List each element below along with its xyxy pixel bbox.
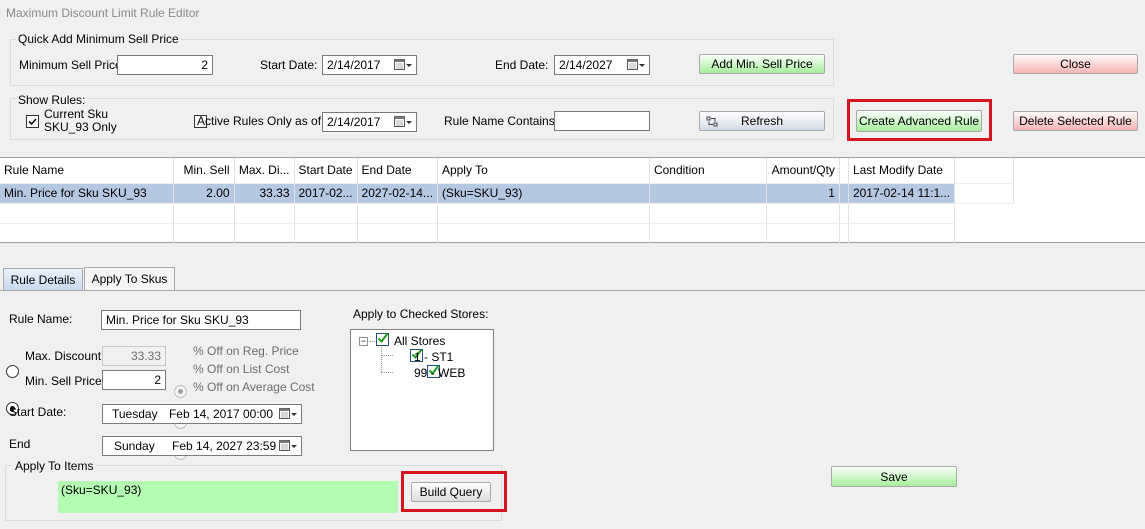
build-query-button[interactable]: Build Query: [411, 482, 491, 502]
rule-name-label: Rule Name:: [9, 312, 73, 326]
calendar-dropdown-icon[interactable]: [627, 59, 645, 74]
rules-table: Rule Name Min. Sell Max. Di... Start Dat…: [0, 158, 1015, 244]
column-header[interactable]: Min. Sell: [173, 158, 235, 184]
current-sku-label: Current Sku SKU_93 Only: [44, 107, 117, 134]
table-cell: 2017-02...: [294, 183, 358, 204]
column-header[interactable]: Apply To: [437, 158, 650, 184]
apply-to-stores-label: Apply to Checked Stores:: [353, 307, 489, 321]
refresh-button[interactable]: Refresh: [699, 111, 825, 131]
min-sell-price-radio-label: Min. Sell Price: [25, 374, 102, 388]
table-cell: [839, 183, 849, 204]
column-header[interactable]: Start Date: [294, 158, 358, 184]
tree-item-store[interactable]: 1 - ST1: [414, 350, 453, 364]
end-date-label: End Date:: [495, 58, 549, 72]
close-button[interactable]: Close: [1013, 54, 1138, 74]
column-header-spacer: [954, 158, 1015, 184]
apply-to-items-query: (Sku=SKU_93): [58, 481, 398, 513]
max-discount-radio[interactable]: [6, 365, 19, 378]
column-header[interactable]: Amount/Qty: [766, 158, 840, 184]
start-date-label: Start Date:: [260, 58, 318, 72]
detail-start-date-label: Start Date:: [9, 405, 67, 419]
add-min-sell-price-button[interactable]: Add Min. Sell Price: [699, 54, 825, 74]
column-header-spacer: [839, 158, 849, 184]
tree-item-all-stores[interactable]: All Stores: [394, 334, 445, 348]
current-sku-checkbox[interactable]: [26, 115, 39, 128]
apply-to-items-title: Apply To Items: [13, 459, 96, 473]
table-row-empty: [0, 223, 1014, 244]
start-date-picker[interactable]: 2/14/2017: [322, 55, 417, 75]
rule-name-input[interactable]: Min. Price for Sku SKU_93: [101, 310, 301, 330]
pct-off-average-cost-label: % Off on Average Cost: [193, 380, 315, 394]
table-cell: 2027-02-14...: [357, 183, 438, 204]
min-sell-price-input[interactable]: 2: [117, 55, 213, 75]
calendar-dropdown-icon[interactable]: [394, 59, 412, 74]
table-cell: 2017-02-14 11:1...: [848, 183, 956, 204]
end-date-picker[interactable]: 2/14/2027: [554, 55, 650, 75]
active-date-picker[interactable]: 2/14/2017: [322, 112, 417, 132]
detail-start-date-value: Feb 14, 2017 00:00: [168, 407, 274, 421]
tree-connector: [381, 372, 393, 373]
table-row[interactable]: Min. Price for Sku SKU_93 2.00 33.33 201…: [0, 183, 1015, 204]
rules-grid[interactable]: Rule Name Min. Sell Max. Di... Start Dat…: [0, 157, 1145, 244]
table-cell: 1: [766, 183, 840, 204]
refresh-label: Refresh: [740, 114, 784, 128]
calendar-dropdown-icon[interactable]: [279, 408, 297, 423]
grid-header-row: Rule Name Min. Sell Max. Di... Start Dat…: [0, 158, 1015, 184]
max-discount-input[interactable]: 33.33: [102, 346, 166, 366]
column-header[interactable]: End Date: [357, 158, 438, 184]
column-header[interactable]: Max. Di...: [234, 158, 295, 184]
min-sell-price-detail-input[interactable]: 2: [102, 370, 166, 390]
tree-connector: [381, 347, 382, 372]
rule-name-contains-label: Rule Name Contains:: [444, 114, 559, 128]
rule-name-contains-input[interactable]: [554, 111, 650, 131]
quick-add-title: Quick Add Minimum Sell Price: [16, 32, 181, 46]
active-rules-label: Active Rules Only as of: [197, 114, 322, 128]
table-cell: (Sku=SKU_93): [437, 183, 650, 204]
tab-rule-details[interactable]: Rule Details: [3, 268, 83, 290]
min-sell-price-label: Minimum Sell Price:: [19, 58, 126, 72]
detail-end-date-picker[interactable]: Sunday Feb 14, 2027 23:59: [102, 436, 302, 456]
collapse-icon[interactable]: −: [359, 337, 368, 346]
detail-end-day: Sunday: [114, 439, 155, 453]
detail-start-day: Tuesday: [112, 407, 158, 421]
save-button[interactable]: Save: [831, 466, 957, 487]
table-cell: [954, 183, 1015, 204]
stores-tree[interactable]: − All Stores 1 - ST1 99 - WEB: [350, 329, 494, 451]
active-date-value: 2/14/2017: [327, 115, 381, 129]
end-date-value: 2/14/2027: [559, 58, 613, 72]
table-cell: Min. Price for Sku SKU_93: [0, 183, 174, 204]
tree-connector: [381, 355, 393, 356]
tree-item-store[interactable]: 99 - WEB: [414, 366, 465, 380]
show-rules-title: Show Rules:: [16, 93, 88, 107]
all-stores-checkbox[interactable]: [376, 332, 389, 346]
create-advanced-rule-button[interactable]: Create Advanced Rule: [856, 110, 982, 132]
column-header[interactable]: Condition: [649, 158, 767, 184]
detail-start-date-picker[interactable]: Tuesday Feb 14, 2017 00:00: [102, 404, 302, 424]
start-date-value: 2/14/2017: [327, 58, 381, 72]
tab-apply-to-skus[interactable]: Apply To Skus: [84, 267, 175, 290]
window-title: Maximum Discount Limit Rule Editor: [6, 6, 200, 20]
column-header[interactable]: Last Modify Date: [848, 158, 956, 184]
calendar-dropdown-icon[interactable]: [394, 116, 412, 131]
pct-off-reg-price-radio[interactable]: [174, 385, 187, 398]
detail-end-date-label: End: [9, 437, 31, 451]
column-header[interactable]: Rule Name: [0, 158, 174, 184]
detail-end-date-value: Feb 14, 2027 23:59: [172, 439, 277, 453]
table-row-empty: [0, 203, 1014, 224]
pct-off-reg-price-label: % Off on Reg. Price: [193, 344, 299, 358]
table-cell: 33.33: [234, 183, 295, 204]
refresh-icon: [706, 116, 718, 130]
max-discount-label: Max. Discount: [25, 349, 102, 363]
table-cell: 2.00: [173, 183, 235, 204]
pct-off-list-cost-label: % Off on List Cost: [193, 362, 290, 376]
calendar-dropdown-icon[interactable]: [279, 440, 297, 455]
table-cell: [649, 183, 767, 204]
delete-selected-rule-button[interactable]: Delete Selected Rule: [1013, 111, 1138, 131]
